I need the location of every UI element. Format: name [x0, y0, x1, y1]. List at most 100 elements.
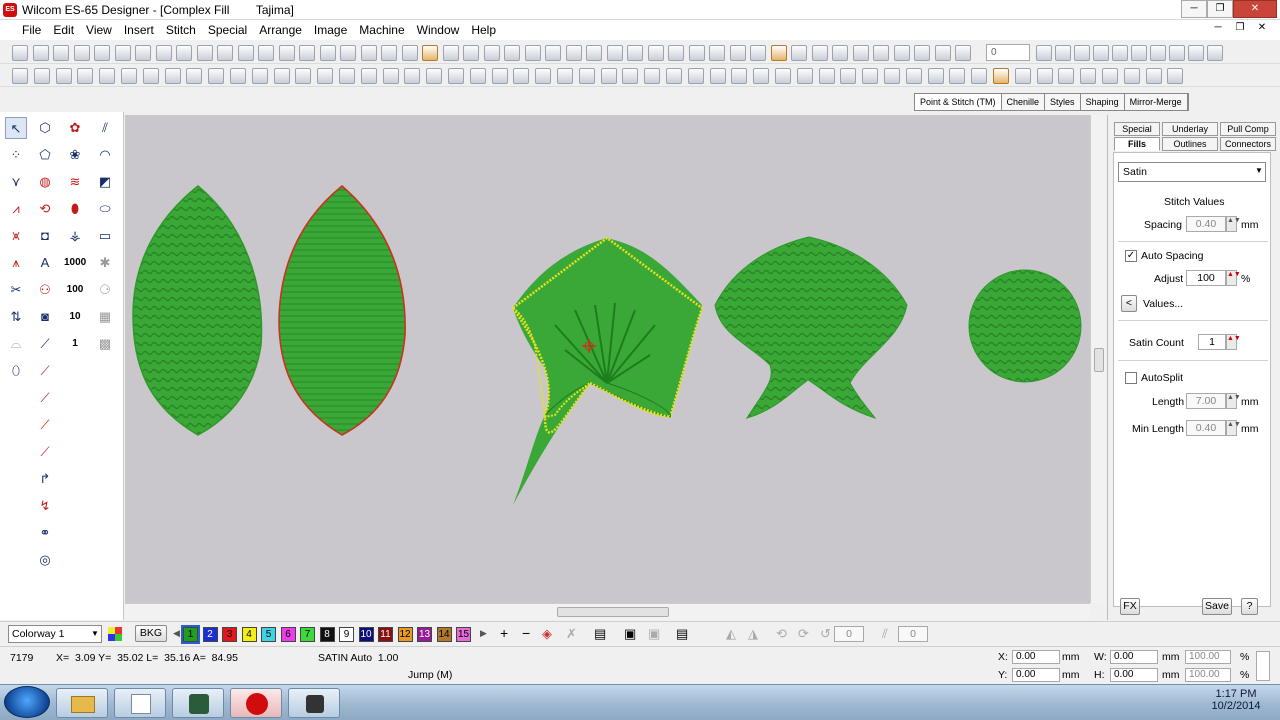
node-path-icon[interactable]: ↱: [34, 468, 56, 490]
toolbar-button-icon[interactable]: [832, 45, 848, 61]
toolbar-button-icon[interactable]: [320, 45, 336, 61]
reshape-icon[interactable]: ⬡: [34, 117, 56, 139]
rectangle-icon[interactable]: ▭: [94, 225, 116, 247]
stitch-tool-icon[interactable]: [579, 68, 595, 84]
tab-connectors[interactable]: Connectors: [1220, 137, 1276, 151]
stitch-tool-icon[interactable]: [99, 68, 115, 84]
toolbar-button-icon[interactable]: [545, 45, 561, 61]
toolbar-button-icon[interactable]: [668, 45, 684, 61]
stitch-tool-icon[interactable]: [513, 68, 529, 84]
branch-icon[interactable]: ⚶: [64, 225, 86, 247]
hoop-icon[interactable]: ⬯: [5, 360, 27, 382]
toolbar-button-icon[interactable]: [422, 45, 438, 61]
toolbar-button-icon[interactable]: [1074, 45, 1090, 61]
stitch-tool-icon[interactable]: [404, 68, 420, 84]
stitch-tool-icon[interactable]: [339, 68, 355, 84]
motif-icon[interactable]: ❀: [64, 144, 86, 166]
stitch-tool-icon[interactable]: [601, 68, 617, 84]
tab-underlay[interactable]: Underlay: [1162, 122, 1218, 136]
toolbar-button-icon[interactable]: [853, 45, 869, 61]
fill-type-select[interactable]: Satin ▼: [1118, 162, 1266, 182]
stitch-tool-icon[interactable]: [361, 68, 377, 84]
toolbar-button-icon[interactable]: [1150, 45, 1166, 61]
system-clock[interactable]: 1:17 PM 10/2/2014: [1200, 688, 1272, 712]
toolbar-button-icon[interactable]: [1093, 45, 1109, 61]
color-swatch-5[interactable]: 5: [261, 627, 276, 642]
globe-icon[interactable]: ◍: [34, 171, 56, 193]
stitch-tool-icon[interactable]: [317, 68, 333, 84]
stitch-tool-icon[interactable]: [1102, 68, 1118, 84]
stitch-tool-icon[interactable]: [383, 68, 399, 84]
stitch-tool-icon[interactable]: [165, 68, 181, 84]
stitch-tool-icon[interactable]: [34, 68, 50, 84]
tab-mirror-merge[interactable]: Mirror-Merge: [1124, 94, 1188, 110]
line-red-2-icon[interactable]: ⟋: [34, 387, 56, 409]
stitch-tool-icon[interactable]: [121, 68, 137, 84]
stitch-tool-icon[interactable]: [862, 68, 878, 84]
color-swatch-15[interactable]: 15: [456, 627, 471, 642]
fan-icon[interactable]: ⌓: [5, 333, 27, 355]
menu-insert[interactable]: Insert: [118, 20, 160, 40]
w-field[interactable]: 0.00: [1110, 650, 1158, 664]
toolbar-button-icon[interactable]: [1207, 45, 1223, 61]
toolbar-button-icon[interactable]: [730, 45, 746, 61]
toolbar-button-icon[interactable]: [791, 45, 807, 61]
toolbar-button-icon[interactable]: [894, 45, 910, 61]
stitch-edit-icon[interactable]: ⩙: [5, 225, 27, 247]
stitch-tool-icon[interactable]: [448, 68, 464, 84]
stitch-tool-icon[interactable]: [56, 68, 72, 84]
polygon-select-icon[interactable]: ⬠: [34, 144, 56, 166]
vertical-scroll-thumb[interactable]: [1094, 348, 1104, 372]
toolbar-button-icon[interactable]: [750, 45, 766, 61]
stitch-tool-icon[interactable]: [1037, 68, 1053, 84]
collapse-arrow-button[interactable]: <: [1121, 295, 1137, 312]
toolbar-button-icon[interactable]: [1169, 45, 1185, 61]
close-button[interactable]: ✕: [1233, 0, 1277, 18]
length-stepper[interactable]: ▲▼: [1226, 393, 1241, 409]
color-swatch-14[interactable]: 14: [436, 627, 452, 642]
menu-view[interactable]: View: [80, 20, 118, 40]
stitch-tool-icon[interactable]: [1124, 68, 1140, 84]
stitch-tool-icon[interactable]: [77, 68, 93, 84]
menu-edit[interactable]: Edit: [47, 20, 80, 40]
monogram-icon[interactable]: ◘: [34, 225, 56, 247]
stitch-tool-icon[interactable]: [252, 68, 268, 84]
image-icon[interactable]: ▦: [94, 306, 116, 328]
stitch-tool-icon[interactable]: [208, 68, 224, 84]
flower-motif-icon[interactable]: ✿: [64, 117, 86, 139]
stitch-tool-icon[interactable]: [840, 68, 856, 84]
w-percent-field[interactable]: 100.00: [1185, 650, 1231, 664]
tab-chenille[interactable]: Chenille: [1001, 94, 1046, 110]
rotate-left-icon[interactable]: ⟲: [776, 626, 787, 642]
people-icon[interactable]: ⚇: [34, 279, 56, 301]
minimize-button[interactable]: ─: [1181, 0, 1207, 18]
bkg-button[interactable]: BKG: [135, 625, 167, 642]
menu-machine[interactable]: Machine: [353, 20, 410, 40]
menu-file[interactable]: File: [0, 20, 47, 40]
color-swatch-9[interactable]: 9: [339, 627, 354, 642]
toolbar-button-icon[interactable]: [217, 45, 233, 61]
edit-shape-icon[interactable]: ◩: [94, 171, 116, 193]
color-swatch-2[interactable]: 2: [202, 627, 218, 642]
toolbar-button-icon[interactable]: [607, 45, 623, 61]
figures-icon[interactable]: ⚆: [94, 279, 116, 301]
toolbar-button-icon[interactable]: [443, 45, 459, 61]
stitch-tool-icon[interactable]: [753, 68, 769, 84]
child-restore-button[interactable]: ❐: [1230, 22, 1250, 38]
stitch-tool-icon[interactable]: [295, 68, 311, 84]
color-swatch-6[interactable]: 6: [280, 627, 296, 642]
scroll-left-icon[interactable]: ◀: [173, 628, 180, 639]
monitor-icon[interactable]: ◙: [34, 306, 56, 328]
line-red-4-icon[interactable]: ⟋: [34, 441, 56, 463]
y-field[interactable]: 0.00: [1012, 668, 1060, 682]
toolbar-button-icon[interactable]: [361, 45, 377, 61]
line-point-icon[interactable]: ⟋: [34, 333, 56, 355]
circles-icon[interactable]: ⚭: [34, 522, 56, 544]
fan-shape[interactable]: [511, 236, 704, 505]
tab-outlines[interactable]: Outlines: [1162, 137, 1218, 151]
stitch-tool-icon[interactable]: [884, 68, 900, 84]
stitch-tool-icon[interactable]: [12, 68, 28, 84]
skew-icon[interactable]: ⫽: [882, 626, 888, 642]
stitch-tool-icon[interactable]: [731, 68, 747, 84]
stitch-tool-icon[interactable]: [535, 68, 551, 84]
